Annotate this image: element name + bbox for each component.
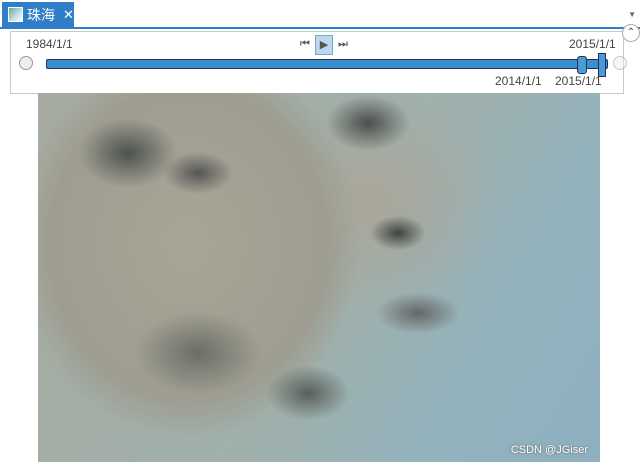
- tab-title: 珠海: [27, 6, 55, 23]
- next-button[interactable]: ⏭: [335, 35, 351, 53]
- slider-track[interactable]: [46, 53, 608, 77]
- collapse-icon[interactable]: ⌃: [622, 24, 640, 42]
- time-slider: 1984/1/1 2015/1/1 ⏮ ▶ ⏭ 2014/1/1 2015/1/…: [10, 31, 627, 94]
- current-start-label: 2014/1/1: [495, 74, 542, 88]
- close-icon[interactable]: ✕: [63, 7, 74, 23]
- clock-icon[interactable]: [19, 56, 33, 70]
- map-icon: [8, 7, 23, 22]
- tab-bar: 珠海 ✕ ▼: [0, 0, 640, 29]
- end-date-label: 2015/1/1: [569, 37, 616, 51]
- map-view[interactable]: CSDN @JGiser: [38, 93, 600, 462]
- previous-button[interactable]: ⏮: [297, 35, 313, 53]
- watermark: CSDN @JGiser: [510, 444, 588, 456]
- play-button[interactable]: ▶: [315, 35, 333, 55]
- slider-start-handle[interactable]: [577, 56, 587, 74]
- current-end-label: 2015/1/1: [555, 74, 602, 88]
- tab-dropdown-icon[interactable]: ▼: [628, 10, 636, 19]
- tab-map-zhuhai[interactable]: 珠海 ✕: [2, 2, 74, 27]
- time-extent-icon[interactable]: [613, 56, 627, 70]
- start-date-label: 1984/1/1: [26, 37, 73, 51]
